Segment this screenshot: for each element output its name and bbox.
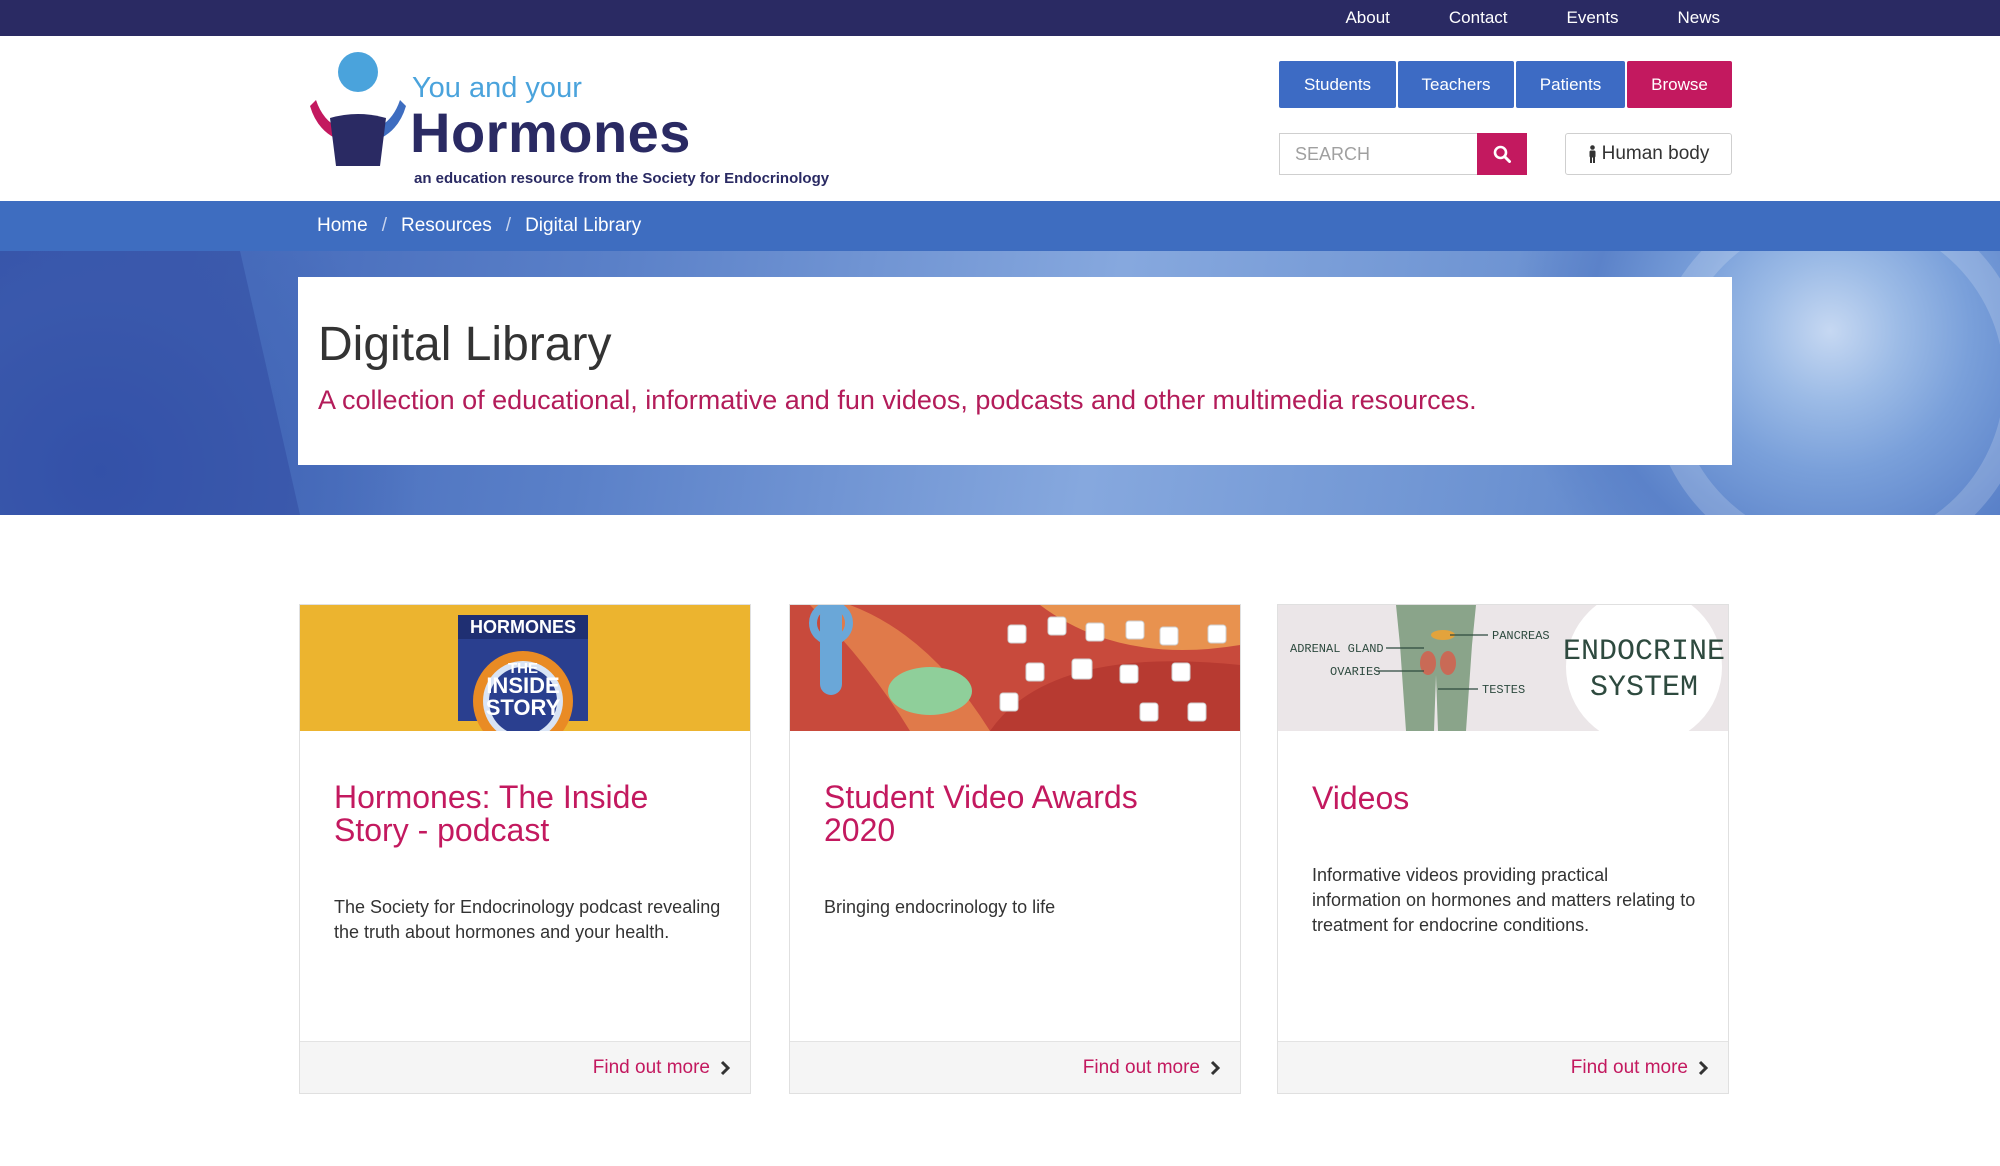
person-icon: [1589, 145, 1596, 163]
search-input[interactable]: [1279, 133, 1477, 175]
thumb-label-ovaries: OVARIES: [1330, 665, 1380, 679]
card-description: Informative videos providing practical i…: [1312, 865, 1696, 935]
endocrine-system-illustration: ADRENAL GLAND OVARIES PANCREAS TESTES EN…: [1278, 605, 1728, 731]
card-footer: Find out more: [1278, 1041, 1728, 1093]
page-title: Digital Library: [318, 318, 612, 371]
card-title[interactable]: Videos: [1312, 782, 1702, 815]
hero-decoration: [0, 251, 300, 515]
chevron-right-icon: [1210, 1060, 1220, 1076]
top-nav-contact[interactable]: Contact: [1449, 8, 1508, 28]
logo-tagline: an education resource from the Society f…: [414, 170, 830, 187]
search-icon: [1493, 145, 1511, 163]
teachers-button[interactable]: Teachers: [1398, 61, 1514, 108]
find-out-more-link[interactable]: Find out more: [1571, 1042, 1708, 1094]
breadcrumb-separator: /: [505, 215, 512, 236]
card-description: Bringing endocrinology to life: [824, 897, 1056, 917]
thumb-badge-line: SYSTEM: [1590, 671, 1698, 705]
card-podcast[interactable]: HORMONES THE INSIDE STORY Hormones: The …: [299, 604, 751, 1094]
site-header: You and your Hormones an education resou…: [0, 36, 2000, 201]
patients-button[interactable]: Patients: [1516, 61, 1625, 108]
search-form: [1279, 133, 1527, 175]
thumb-label-pancreas: PANCREAS: [1492, 629, 1550, 643]
search-button[interactable]: [1477, 133, 1527, 175]
find-out-more-label: Find out more: [1082, 1057, 1200, 1078]
find-out-more-label: Find out more: [592, 1057, 710, 1078]
card-description: The Society for Endocrinology podcast re…: [334, 897, 721, 942]
thumb-badge-line: ENDOCRINE: [1563, 635, 1725, 669]
podcast-cover-title: HORMONES: [470, 617, 576, 637]
card-title[interactable]: Student Video Awards 2020: [824, 781, 1214, 847]
hero-banner: Digital Library A collection of educatio…: [0, 251, 2000, 515]
podcast-cover-image: HORMONES THE INSIDE STORY: [458, 615, 588, 731]
chevron-right-icon: [720, 1060, 730, 1076]
hero-card: Digital Library A collection of educatio…: [298, 277, 1732, 465]
videos-thumbnail: ADRENAL GLAND OVARIES PANCREAS TESTES EN…: [1278, 605, 1728, 731]
breadcrumb-bar: Home / Resources / Digital Library: [0, 201, 2000, 251]
find-out-more-link[interactable]: Find out more: [593, 1042, 730, 1094]
card-student-video-awards[interactable]: Student Video Awards 2020 Bringing endoc…: [789, 604, 1241, 1094]
logo-line2: Hormones: [410, 101, 691, 164]
breadcrumb-home[interactable]: Home: [317, 215, 368, 237]
browse-button[interactable]: Browse: [1627, 61, 1732, 108]
site-logo[interactable]: You and your Hormones an education resou…: [308, 48, 868, 188]
card-title[interactable]: Hormones: The Inside Story - podcast: [334, 781, 724, 847]
card-footer: Find out more: [300, 1041, 750, 1093]
podcast-cover-line: STORY: [486, 695, 561, 720]
top-utility-bar: About Contact Events News: [0, 0, 2000, 36]
podcast-thumbnail: HORMONES THE INSIDE STORY: [300, 605, 750, 731]
find-out-more-label: Find out more: [1570, 1057, 1688, 1078]
students-button[interactable]: Students: [1279, 61, 1396, 108]
breadcrumb-resources[interactable]: Resources: [401, 215, 492, 237]
breadcrumb-current: Digital Library: [525, 215, 642, 236]
top-nav-about[interactable]: About: [1345, 8, 1389, 28]
resource-cards: HORMONES THE INSIDE STORY Hormones: The …: [299, 604, 1732, 1094]
logo-figure-icon: [310, 52, 406, 166]
thumb-label-testes: TESTES: [1482, 683, 1525, 697]
audience-buttons: Students Teachers Patients Browse: [1279, 61, 1734, 108]
breadcrumb-separator: /: [381, 215, 387, 236]
card-videos[interactable]: ADRENAL GLAND OVARIES PANCREAS TESTES EN…: [1277, 604, 1729, 1094]
video-awards-illustration: [790, 605, 1240, 731]
chevron-right-icon: [1698, 1060, 1708, 1076]
thumb-label-adrenal: ADRENAL GLAND: [1290, 642, 1384, 656]
page-subtitle: A collection of educational, informative…: [318, 385, 1477, 415]
find-out-more-link[interactable]: Find out more: [1083, 1042, 1220, 1094]
video-awards-thumbnail: [790, 605, 1240, 731]
card-footer: Find out more: [790, 1041, 1240, 1093]
top-nav: About Contact Events News: [1286, 0, 1720, 36]
top-nav-events[interactable]: Events: [1567, 8, 1619, 28]
human-body-label: Human body: [1601, 143, 1710, 164]
human-body-button[interactable]: Human body: [1565, 133, 1732, 175]
breadcrumb: Home / Resources / Digital Library: [317, 201, 641, 251]
top-nav-news[interactable]: News: [1677, 8, 1720, 28]
